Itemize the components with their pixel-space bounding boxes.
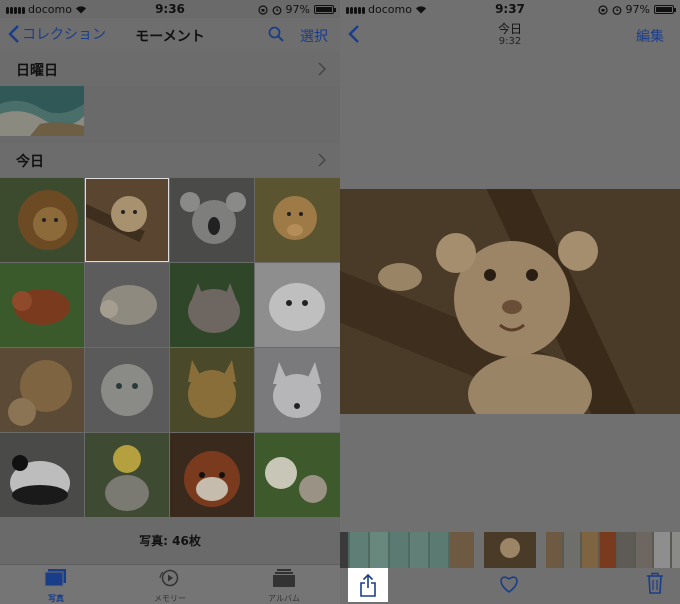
battery-icon [654,5,676,14]
share-icon [360,573,376,597]
memories-icon [159,569,179,587]
tab-label: アルバム [268,594,300,603]
photo-thumb-puppy-and-kitten[interactable] [255,433,340,517]
section-header-sunday[interactable]: 日曜日 [0,52,340,86]
trash-icon[interactable] [646,572,664,594]
share-button[interactable] [348,568,388,602]
tab-albums[interactable]: アルバム [244,569,324,604]
photo-toolbar [340,566,680,604]
filmstrip-thumbs-left[interactable] [340,532,474,568]
photo-thumb-panda[interactable] [0,433,84,517]
photo-thumb-red-panda[interactable] [0,263,84,347]
alarm-icon [612,5,621,15]
status-bar: docomo 9:37 97% [340,0,680,18]
battery-icon [314,5,336,14]
section-title: 日曜日 [16,63,58,79]
tab-memories[interactable]: メモリー [130,569,210,604]
tab-label: メモリー [154,594,186,603]
select-button[interactable]: 選択 [300,26,328,46]
section-title: 今日 [16,154,44,170]
filmstrip-thumbs-right[interactable] [546,532,680,568]
photo-thumb-koala[interactable] [170,178,254,262]
photo-detail-panel: docomo 9:37 97% 今日 9:32 編集 [340,0,680,604]
filmstrip-current-thumb[interactable] [484,532,536,568]
photo-thumb-snow-leopard[interactable] [85,348,169,432]
photo-thumb-puppy[interactable] [255,178,340,262]
tab-photos[interactable]: 写真 [16,569,96,604]
main-photo-lion-cub[interactable] [340,189,680,414]
photos-icon [44,569,66,587]
photo-count: 写真: 46枚 [139,534,201,548]
photo-thumb-lion-and-cub[interactable] [0,348,84,432]
chevron-right-icon [318,62,326,76]
nav-bar: 今日 9:32 編集 [340,18,680,52]
alarm-icon [272,5,281,15]
photo-thumb-serval[interactable] [170,348,254,432]
photo-thumb-chick-and-kitten[interactable] [85,433,169,517]
battery-percent: 97% [285,3,310,16]
nav-bar: コレクション モーメント 選択 [0,18,340,52]
photo-thumb-beach[interactable] [0,86,84,136]
photo-thumb-lion[interactable] [0,178,84,262]
status-bar: docomo 9:36 97% [0,0,340,18]
tab-bar: 写真 メモリー アルバム [0,564,340,604]
battery-percent: 97% [625,3,650,16]
search-icon[interactable] [268,26,284,42]
page-title: 今日 [497,22,522,36]
chevron-right-icon [318,153,326,167]
page-subtitle: 9:32 [498,36,522,47]
photo-thumb-hedgehog[interactable] [85,263,169,347]
edit-button[interactable]: 編集 [636,26,664,46]
section-header-today[interactable]: 今日 [0,143,340,177]
moments-panel: docomo 9:36 97% コレクション モーメント 選択 日曜日 今日 写… [0,0,340,604]
albums-icon [273,569,295,587]
rotation-lock-icon [597,4,608,15]
photo-thumb-arctic-fox[interactable] [255,348,340,432]
heart-icon[interactable] [498,574,520,594]
tab-label: 写真 [48,594,64,603]
photo-thumb-seal-pup[interactable] [255,263,340,347]
photo-thumb-wolf[interactable] [170,263,254,347]
photo-thumb-red-panda-face[interactable] [170,433,254,517]
photo-thumb-lion-cub[interactable] [85,178,169,262]
page-title: モーメント [135,29,205,45]
filmstrip[interactable] [340,532,680,568]
rotation-lock-icon [257,4,268,15]
